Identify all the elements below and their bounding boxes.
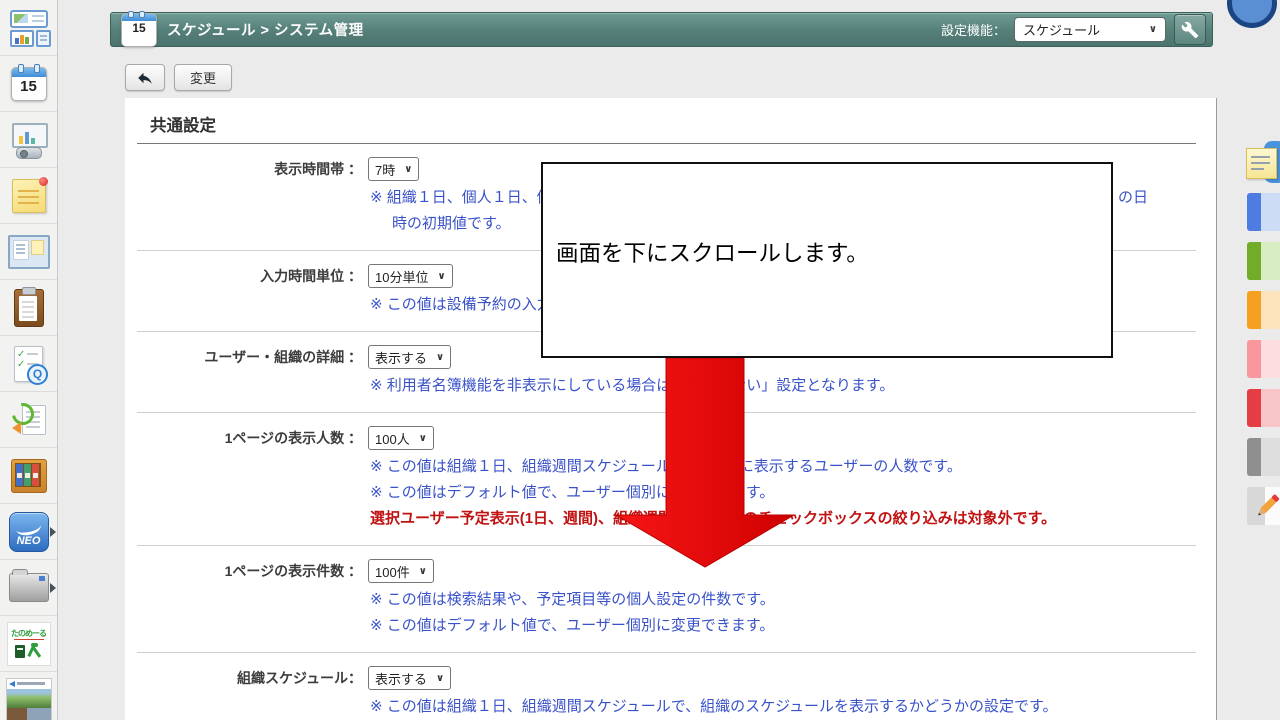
field-label: ユーザー・組織の詳細 ： bbox=[137, 345, 362, 399]
sidebar-item-tanomail[interactable]: たのめーる bbox=[0, 616, 57, 672]
circle-badge-icon[interactable] bbox=[1227, 0, 1277, 28]
chevron-down-icon: ∨ bbox=[1149, 24, 1157, 35]
annotation-box: 画面を下にスクロールします。 bbox=[541, 162, 1113, 358]
settings-function-value: スケジュール bbox=[1023, 20, 1100, 39]
chevron-down-icon: ∨ bbox=[436, 673, 444, 684]
workflow-icon bbox=[12, 403, 46, 437]
field-note-tail: の日 bbox=[1118, 185, 1148, 211]
chevron-down-icon: ∨ bbox=[437, 271, 445, 282]
label-blue-icon[interactable] bbox=[1247, 193, 1280, 231]
portal-icon bbox=[9, 9, 49, 47]
field-note: ※ この値は検索結果や、予定項目等の個人設定の件数です。 bbox=[370, 587, 1196, 613]
field-notes: ※ この値は検索結果や、予定項目等の個人設定の件数です。※ この値はデフォルト値… bbox=[370, 587, 1196, 639]
back-arrow-icon bbox=[136, 69, 154, 87]
org-schedule-select[interactable]: 表示する ∨ bbox=[368, 666, 451, 690]
expand-arrow-icon bbox=[50, 527, 56, 537]
label-gray-icon[interactable] bbox=[1247, 438, 1280, 476]
screen: 15 ✓✓ Q bbox=[0, 0, 1280, 720]
select-value: 10分単位 bbox=[375, 267, 428, 286]
left-sidebar: 15 ✓✓ Q bbox=[0, 0, 58, 720]
sidebar-item-cabinet[interactable] bbox=[0, 448, 57, 504]
field-notes: ※ この値は組織１日、組織週間スケジュールで、組織のスケジュールを表示するかどう… bbox=[370, 694, 1196, 720]
users-per-page-select[interactable]: 100人 ∨ bbox=[368, 426, 434, 450]
chevron-down-icon: ∨ bbox=[419, 566, 427, 577]
sidebar-item-survey[interactable]: ✓✓ Q bbox=[0, 336, 57, 392]
field-label: 1ページの表示人数 ： bbox=[137, 426, 362, 532]
select-value: 7時 bbox=[375, 160, 395, 179]
sticky-note-icon[interactable] bbox=[1246, 141, 1280, 189]
pencil-icon[interactable] bbox=[1247, 487, 1280, 525]
photo-banner-icon bbox=[6, 678, 52, 720]
user-org-detail-select[interactable]: 表示する ∨ bbox=[368, 345, 451, 369]
chevron-down-icon: ∨ bbox=[419, 433, 427, 444]
sidebar-item-neo[interactable]: NEO bbox=[0, 504, 57, 560]
change-button[interactable]: 変更 bbox=[174, 64, 232, 91]
sidebar-item-presentation[interactable] bbox=[0, 112, 57, 168]
calendar-day-label: 15 bbox=[12, 78, 46, 95]
label-orange-icon[interactable] bbox=[1247, 291, 1280, 329]
memo-icon bbox=[12, 179, 46, 213]
section-title: 共通設定 bbox=[137, 108, 1196, 144]
calendar-icon: 15 bbox=[121, 13, 157, 47]
select-value: 表示する bbox=[375, 348, 427, 367]
calendar-day-label: 15 bbox=[122, 21, 156, 35]
breadcrumb: スケジュール > システム管理 bbox=[167, 19, 941, 40]
sidebar-item-bulletin[interactable] bbox=[0, 224, 57, 280]
chevron-down-icon: ∨ bbox=[436, 352, 444, 363]
neo-icon: NEO bbox=[9, 512, 49, 552]
toolbar: 変更 bbox=[125, 64, 232, 91]
sidebar-item-schedule[interactable]: 15 bbox=[0, 56, 57, 112]
tanomail-icon: たのめーる bbox=[7, 622, 51, 666]
schedule-calendar-icon: 15 bbox=[11, 67, 47, 101]
sidebar-item-portal[interactable] bbox=[0, 0, 57, 56]
expand-arrow-icon bbox=[50, 583, 56, 593]
neo-label: NEO bbox=[10, 535, 48, 547]
bulletin-board-icon bbox=[8, 235, 50, 269]
field-value-area: 表示する ∨ ※ この値は組織１日、組織週間スケジュールで、組織のスケジュールを表示… bbox=[368, 666, 1196, 720]
items-per-page-select[interactable]: 100件 ∨ bbox=[368, 559, 434, 583]
sidebar-item-clipboard[interactable] bbox=[0, 280, 57, 336]
tanomail-label: たのめーる bbox=[8, 628, 50, 639]
scroll-down-arrow bbox=[600, 356, 810, 571]
presentation-icon bbox=[9, 122, 49, 158]
field-label: 表示時間帯 ： bbox=[137, 157, 362, 237]
label-pink-icon[interactable] bbox=[1247, 340, 1280, 378]
select-value: 100件 bbox=[375, 562, 410, 581]
settings-function-select[interactable]: スケジュール ∨ bbox=[1014, 17, 1166, 42]
sidebar-item-workflow[interactable] bbox=[0, 392, 57, 448]
display-time-range-select[interactable]: 7時 ∨ bbox=[368, 157, 419, 181]
field-value-area: 100件 ∨ ※ この値は検索結果や、予定項目等の個人設定の件数です。※ この値はデ… bbox=[368, 559, 1196, 639]
clipboard-icon bbox=[14, 289, 44, 327]
chevron-down-icon: ∨ bbox=[404, 164, 412, 175]
settings-function-label: 設定機能： bbox=[941, 20, 1006, 39]
field-note: ※ この値はデフォルト値で、ユーザー個別に変更できます。 bbox=[370, 613, 1196, 639]
annotation-message: 画面を下にスクロールします。 bbox=[556, 236, 869, 268]
input-time-unit-select[interactable]: 10分単位 ∨ bbox=[368, 264, 453, 288]
sidebar-item-memo[interactable] bbox=[0, 168, 57, 224]
settings-wrench-button[interactable] bbox=[1174, 14, 1206, 45]
sidebar-item-folder[interactable] bbox=[0, 560, 57, 616]
wrench-icon bbox=[1181, 21, 1199, 39]
field-label: 組織スケジュール： bbox=[137, 666, 362, 720]
sidebar-item-banner[interactable] bbox=[0, 672, 57, 720]
folder-icon bbox=[9, 573, 49, 602]
select-value: 100人 bbox=[375, 429, 410, 448]
header-bar: 15 スケジュール > システム管理 設定機能： スケジュール ∨ bbox=[110, 12, 1213, 47]
field-label: 1ページの表示件数 ： bbox=[137, 559, 362, 639]
field-label: 入力時間単位 ： bbox=[137, 264, 362, 318]
form-row-org-schedule: 組織スケジュール： 表示する ∨ ※ この値は組織１日、組織週間スケジュールで、組織の… bbox=[137, 652, 1196, 720]
survey-icon: ✓✓ Q bbox=[14, 346, 43, 382]
label-green-icon[interactable] bbox=[1247, 242, 1280, 280]
field-note: ※ この値は組織１日、組織週間スケジュールで、組織のスケジュールを表示するかどう… bbox=[370, 694, 1196, 720]
back-button[interactable] bbox=[125, 64, 165, 91]
select-value: 表示する bbox=[375, 669, 427, 688]
label-red-icon[interactable] bbox=[1247, 389, 1280, 427]
cabinet-icon bbox=[11, 459, 47, 493]
